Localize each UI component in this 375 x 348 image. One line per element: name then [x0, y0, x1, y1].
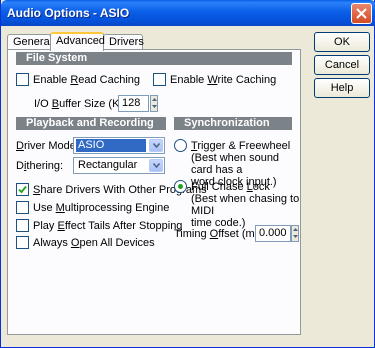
radio-circle [174, 139, 187, 152]
checkbox-box [16, 236, 29, 249]
enable-read-caching-checkbox[interactable]: Enable Read Caching [16, 73, 140, 86]
spin-up-icon[interactable] [292, 226, 298, 233]
driver-mode-label: Driver Mode: [16, 140, 79, 152]
effect-tails-checkbox[interactable]: Play Effect Tails After Stopping [16, 219, 182, 232]
io-buffer-spinner[interactable] [150, 95, 158, 112]
ok-button[interactable]: OK [314, 32, 370, 52]
checkmark-icon [18, 185, 27, 194]
open-devices-checkbox[interactable]: Always Open All Devices [16, 236, 155, 249]
close-button[interactable] [351, 3, 372, 24]
checkbox-box [16, 183, 29, 196]
full-chase-description: (Best when chasing to MIDI time code.) [191, 193, 300, 229]
advanced-panel: File System Enable Read Caching Enable W… [7, 49, 301, 335]
dithering-select[interactable]: Rectangular [73, 157, 165, 174]
full-chase-lock-radio[interactable]: Full Chase Lock [174, 180, 270, 193]
enable-write-caching-checkbox[interactable]: Enable Write Caching [153, 73, 276, 86]
checkbox-box [16, 219, 29, 232]
timing-offset-input[interactable]: 0.000 [255, 225, 291, 242]
tab-general[interactable]: General [7, 34, 52, 50]
dithering-label: Dithering: [16, 160, 64, 172]
io-buffer-input[interactable]: 128 [118, 95, 149, 112]
tab-drivers[interactable]: Drivers [103, 34, 144, 50]
close-icon [356, 8, 367, 19]
radio-circle [174, 180, 187, 193]
chevron-down-icon[interactable] [149, 159, 163, 172]
checkbox-box [153, 73, 166, 86]
spin-down-icon[interactable] [151, 103, 157, 110]
window-title: Audio Options - ASIO [7, 6, 130, 20]
checkbox-label: Play Effect Tails After Stopping [33, 219, 183, 232]
driver-mode-value: ASIO [76, 139, 146, 152]
multiprocessing-checkbox[interactable]: Use Multiprocessing Engine [16, 201, 169, 214]
trigger-freewheel-radio[interactable]: Trigger & Freewheel [174, 139, 290, 152]
dithering-value: Rectangular [78, 159, 138, 171]
audio-options-dialog: Audio Options - ASIO General Advanced Dr… [0, 0, 375, 348]
help-button[interactable]: Help [314, 78, 370, 98]
playback-recording-header: Playback and Recording [16, 117, 166, 130]
checkbox-box [16, 201, 29, 214]
checkbox-box [16, 73, 29, 86]
checkbox-label: Always Open All Devices [33, 236, 155, 249]
chevron-down-icon[interactable] [149, 139, 163, 152]
radio-selected-dot [178, 184, 183, 189]
driver-mode-select[interactable]: ASIO [73, 137, 165, 154]
spin-down-icon[interactable] [292, 233, 298, 240]
cancel-button[interactable]: Cancel [314, 55, 370, 75]
checkbox-label: Enable Read Caching [33, 73, 141, 86]
timing-offset-spinner[interactable] [291, 225, 299, 242]
title-bar[interactable]: Audio Options - ASIO [1, 0, 375, 26]
radio-label: Trigger & Freewheel [191, 139, 291, 152]
tab-advanced[interactable]: Advanced [50, 32, 105, 51]
checkbox-label: Use Multiprocessing Engine [33, 201, 170, 214]
checkbox-label: Enable Write Caching [170, 73, 277, 86]
radio-label: Full Chase Lock [191, 180, 270, 193]
spin-up-icon[interactable] [151, 96, 157, 103]
synchronization-header: Synchronization [174, 117, 292, 130]
file-system-header: File System [16, 52, 292, 65]
